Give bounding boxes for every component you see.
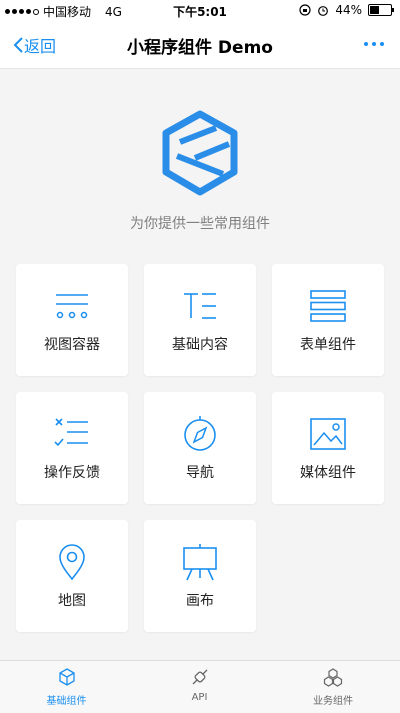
card-map[interactable]: 地图 bbox=[16, 520, 128, 632]
page-subtitle: 为你提供一些常用组件 bbox=[130, 216, 270, 232]
page-title: 小程序组件 Demo bbox=[127, 38, 273, 58]
component-grid: 视图容器 基础内容 表单组件 操作反馈 导航 媒体组件 地图 画布 bbox=[16, 264, 384, 632]
status-right: 44% bbox=[299, 3, 394, 17]
card-feedback[interactable]: 操作反馈 bbox=[16, 392, 128, 504]
card-navigation[interactable]: 导航 bbox=[144, 392, 256, 504]
easel-icon bbox=[183, 544, 217, 581]
battery-icon bbox=[368, 4, 394, 16]
cubes-icon bbox=[323, 668, 343, 687]
tab-label: 业务组件 bbox=[313, 696, 353, 707]
card-label: 表单组件 bbox=[300, 337, 356, 353]
tab-basic-components[interactable]: 基础组件 bbox=[0, 667, 133, 707]
card-label: 媒体组件 bbox=[300, 465, 356, 481]
plug-icon bbox=[192, 669, 207, 685]
tab-label: 基础组件 bbox=[46, 696, 87, 707]
card-label: 操作反馈 bbox=[44, 465, 100, 481]
card-label: 基础内容 bbox=[172, 337, 228, 353]
card-label: 地图 bbox=[58, 593, 86, 609]
card-media[interactable]: 媒体组件 bbox=[272, 392, 384, 504]
navigation-bar: 返回 小程序组件 Demo bbox=[0, 22, 400, 69]
map-pin-icon bbox=[59, 544, 85, 581]
tab-bar: 基础组件 API 业务组件 bbox=[0, 660, 400, 713]
card-view-container[interactable]: 视图容器 bbox=[16, 264, 128, 376]
compass-icon bbox=[184, 416, 216, 451]
alarm-icon bbox=[318, 6, 329, 16]
feedback-icon bbox=[54, 418, 88, 447]
battery-percent: 44% bbox=[335, 3, 362, 17]
basic-content-icon bbox=[184, 293, 216, 319]
status-bar: 中国移动 4G 下午5:01 44% bbox=[0, 0, 400, 22]
tab-label: API bbox=[191, 692, 208, 703]
card-canvas[interactable]: 画布 bbox=[144, 520, 256, 632]
card-label: 导航 bbox=[186, 465, 214, 481]
hexagon-logo-icon bbox=[162, 110, 238, 196]
form-icon bbox=[310, 290, 346, 322]
rotation-lock-icon bbox=[299, 4, 311, 16]
card-label: 视图容器 bbox=[44, 337, 100, 353]
card-basic-content[interactable]: 基础内容 bbox=[144, 264, 256, 376]
view-container-icon bbox=[56, 294, 88, 319]
cube-icon bbox=[58, 668, 75, 686]
tab-api[interactable]: API bbox=[133, 667, 266, 703]
more-options-button[interactable] bbox=[364, 42, 384, 46]
card-form[interactable]: 表单组件 bbox=[272, 264, 384, 376]
image-icon bbox=[310, 418, 346, 450]
tab-business-components[interactable]: 业务组件 bbox=[266, 667, 400, 707]
card-label: 画布 bbox=[186, 593, 214, 609]
